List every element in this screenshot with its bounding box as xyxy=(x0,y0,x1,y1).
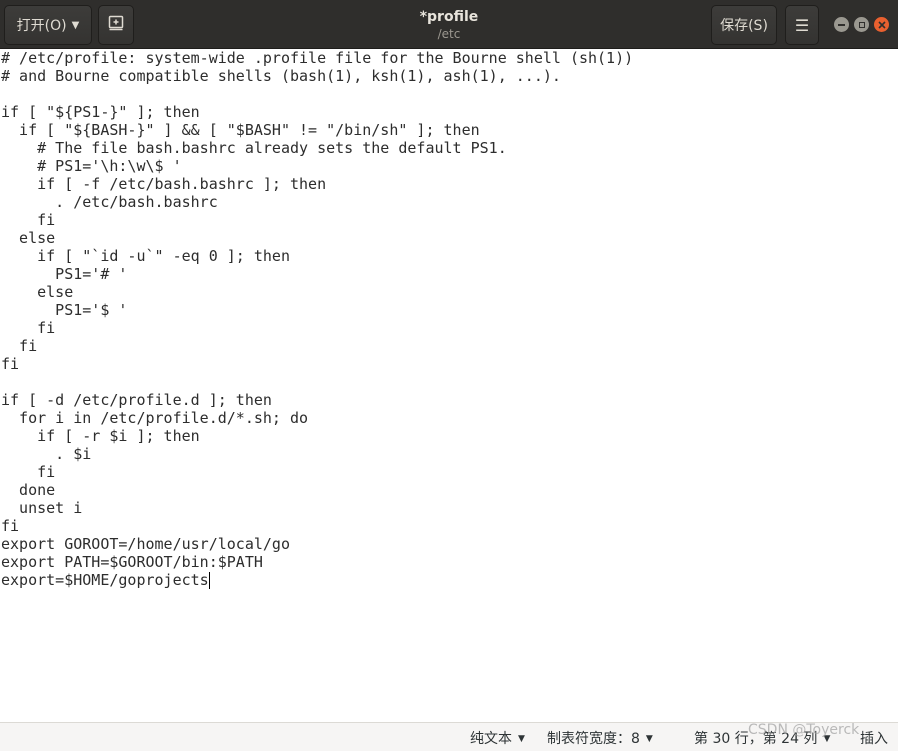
text-cursor xyxy=(208,572,210,589)
language-label: 纯文本 xyxy=(470,731,512,747)
code-line: if [ -r $i ]; then xyxy=(1,427,200,445)
code-line: . $i xyxy=(1,445,92,463)
minimize-icon xyxy=(838,23,845,26)
code-line: else xyxy=(1,283,74,301)
code-line: if [ "`id -u`" -eq 0 ]; then xyxy=(1,247,290,265)
code-line: for i in /etc/profile.d/*.sh; do xyxy=(1,409,309,427)
close-button[interactable] xyxy=(874,17,889,32)
new-tab-icon xyxy=(108,15,124,35)
code-line: # PS1='\h:\w\$ ' xyxy=(1,157,182,175)
code-line: done xyxy=(1,481,56,499)
code-line: fi xyxy=(1,517,20,535)
code-line: if [ -d /etc/profile.d ]; then xyxy=(1,391,272,409)
code-line: PS1='$ ' xyxy=(1,301,128,319)
code-line: export GOROOT=/home/usr/local/go xyxy=(1,535,290,553)
title-area: *profile /etc xyxy=(300,8,598,42)
dropdown-arrow-icon: ▼ xyxy=(645,734,653,744)
code-line: export=$HOME/goprojects xyxy=(1,571,210,589)
code-line: PS1='# ' xyxy=(1,265,128,283)
open-button[interactable]: 打开(O) ▼ xyxy=(4,5,92,45)
menu-button[interactable]: ☰ xyxy=(785,5,819,45)
code-line: . /etc/bash.bashrc xyxy=(1,193,218,211)
code-line: fi xyxy=(1,319,56,337)
hamburger-menu-icon: ☰ xyxy=(794,15,810,35)
code-line: if [ "${PS1-}" ]; then xyxy=(1,103,200,121)
close-icon xyxy=(877,20,886,29)
document-path: /etc xyxy=(437,27,461,41)
code-line: else xyxy=(1,229,56,247)
code-line: unset i xyxy=(1,499,83,517)
insert-mode-indicator: 插入 xyxy=(860,728,888,748)
dropdown-arrow-icon: ▼ xyxy=(518,734,525,744)
code-line: if [ "${BASH-}" ] && [ "$BASH" != "/bin/… xyxy=(1,121,480,139)
code-line: export PATH=$GOROOT/bin:$PATH xyxy=(1,553,263,571)
maximize-icon xyxy=(858,21,865,28)
tab-width-selector[interactable]: 制表符宽度：8 ▼ xyxy=(547,728,653,748)
code-line: fi xyxy=(1,463,56,481)
code-line: fi xyxy=(1,337,38,355)
watermark: CSDN @Toyerck xyxy=(748,722,860,738)
new-document-button[interactable] xyxy=(98,5,134,45)
code-line: if [ -f /etc/bash.bashrc ]; then xyxy=(1,175,327,193)
maximize-button[interactable] xyxy=(854,17,869,32)
code-line: fi xyxy=(1,355,20,373)
header-bar: 打开(O) ▼ *profile /etc 保存(S) ☰ xyxy=(0,0,898,49)
chevron-down-icon: ▼ xyxy=(71,19,80,31)
save-button-label: 保存(S) xyxy=(720,18,768,34)
code-line: # /etc/profile: system-wide .profile fil… xyxy=(1,49,634,67)
code-line: fi xyxy=(1,211,56,229)
save-button[interactable]: 保存(S) xyxy=(711,5,777,45)
document-title: *profile xyxy=(419,9,479,25)
open-button-label: 打开(O) xyxy=(16,18,67,34)
code-line: # and Bourne compatible shells (bash(1),… xyxy=(1,67,561,85)
code-line: # The file bash.bashrc already sets the … xyxy=(1,139,507,157)
minimize-button[interactable] xyxy=(834,17,849,32)
tab-width-label: 制表符宽度：8 xyxy=(547,731,640,747)
insert-mode-label: 插入 xyxy=(860,731,888,747)
text-editor-area[interactable]: # /etc/profile: system-wide .profile fil… xyxy=(0,49,898,722)
language-selector[interactable]: 纯文本 ▼ xyxy=(470,728,525,748)
